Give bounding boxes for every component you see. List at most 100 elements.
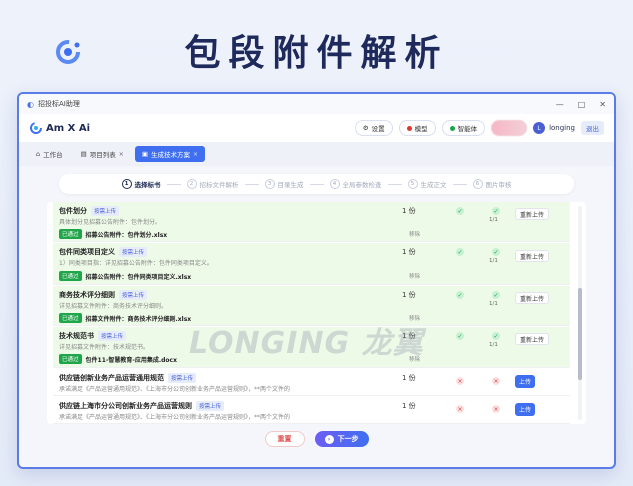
copies-count: 1 份	[402, 207, 416, 215]
tab-bar: ⌂ 工作台 ▤ 项目列表 × ▣ 生成技术方案 ×	[19, 142, 614, 166]
row-title: 供应链创新业务产品运营通用规范	[59, 374, 164, 382]
check-icon: ✓	[456, 248, 464, 256]
reupload-button[interactable]: 重新上传	[515, 333, 549, 345]
tab-label: 工作台	[43, 151, 63, 159]
step-3[interactable]: 3 目录生成	[264, 179, 304, 189]
cross-icon: ×	[456, 405, 464, 413]
home-icon: ⌂	[36, 150, 41, 158]
model-button[interactable]: 模型	[398, 120, 436, 136]
attachment-panel: 包件划分 按需上传 具体划分见招募公告附件：包件划分。 已通过 招募公告附件：包件划…	[47, 202, 586, 424]
step-1[interactable]: 1 选择标书	[121, 179, 161, 189]
model-label: 模型	[414, 125, 428, 133]
tab-project-list[interactable]: ▤ 项目列表 ×	[74, 146, 131, 162]
row-desc: 承诺满足《产品运营通用规范》、《上海市分公司创新业务产品运营规则》，**两个文件…	[59, 414, 291, 421]
row-title: 供应链上海市分公司创新业务产品运营规则	[59, 402, 192, 410]
check-icon: ✓	[456, 291, 464, 299]
remove-link[interactable]: 移除	[409, 314, 420, 322]
step-label: 全局参数检查	[342, 181, 382, 189]
match-fraction: 1/1	[489, 217, 498, 223]
agent-status-dot	[449, 125, 455, 131]
copies-count: 1 份	[402, 248, 416, 256]
step-divider	[244, 183, 259, 185]
match-fraction: 1/1	[489, 301, 498, 307]
step-number: 3	[264, 179, 275, 189]
step-number: 5	[407, 179, 418, 189]
model-status-dot	[406, 125, 412, 131]
close-tab-icon[interactable]: ×	[193, 151, 198, 158]
minimize-button[interactable]: —	[556, 100, 564, 109]
user-menu[interactable]: L longing	[533, 122, 575, 134]
main-content: 1 选择标书 2 招标文件解析 3 目录生成 4 全局参数检查 5 生成正文 6 图片审核 …	[29, 168, 604, 459]
next-step-button[interactable]: › 下一步	[314, 431, 369, 447]
document-icon: ▣	[141, 150, 148, 158]
upload-tag: 按需上传	[91, 206, 120, 216]
maximize-button[interactable]: □	[578, 100, 586, 109]
step-6[interactable]: 6 图片审核	[472, 179, 512, 189]
row-title: 商务技术评分细则	[59, 291, 115, 299]
stepper: 1 选择标书 2 招标文件解析 3 目录生成 4 全局参数检查 5 生成正文 6 图片审核	[59, 174, 574, 194]
user-name: longing	[549, 124, 575, 132]
check-icon: ✓	[492, 248, 500, 256]
file-name[interactable]: 招募文件附件：商务技术评分细则.xlsx	[86, 314, 192, 323]
close-window-button[interactable]: ✕	[599, 100, 606, 109]
match-fraction: 1/1	[489, 258, 498, 264]
row-desc: 1）同类项目指：详见招募公告附件：包件同类项目定义。	[59, 260, 213, 267]
cross-icon: ×	[456, 377, 464, 385]
table-row: 包件划分 按需上传 具体划分见招募公告附件：包件划分。 已通过 招募公告附件：包件划…	[53, 202, 570, 242]
logout-button[interactable]: 退出	[581, 121, 604, 135]
close-tab-icon[interactable]: ×	[119, 151, 124, 158]
table-row: 商务技术评分细则 按需上传 详见招募文件附件：商务技术评分细则。 已通过 招募文件附…	[53, 286, 570, 326]
step-4[interactable]: 4 全局参数检查	[329, 179, 382, 189]
copies-count: 1 份	[402, 332, 416, 340]
remove-link[interactable]: 移除	[409, 272, 420, 280]
file-name[interactable]: 招募公告附件：包件划分.xlsx	[86, 230, 168, 239]
step-5[interactable]: 5 生成正文	[407, 179, 447, 189]
upload-button[interactable]: 上传	[515, 403, 535, 416]
upload-tag: 按需上传	[119, 247, 148, 257]
status-badge: 已通过	[59, 271, 82, 281]
status-badge: 已通过	[59, 229, 82, 239]
remove-link[interactable]: 移除	[409, 355, 420, 363]
step-label: 生成正文	[420, 181, 447, 189]
table-row: 包件同类项目定义 按需上传 1）同类项目指：详见招募公告附件：包件同类项目定义。 …	[53, 243, 570, 285]
row-desc: 具体划分见招募公告附件：包件划分。	[59, 219, 162, 226]
file-name[interactable]: 招募公告附件：包件同类项目定义.xlsx	[86, 272, 192, 281]
row-desc: 承诺满足《产品运营通用规范》、《上海市分公司创新业务产品运营规则》，**两个文件…	[59, 386, 291, 393]
match-fraction: 1/1	[489, 342, 498, 348]
step-divider	[452, 183, 467, 185]
cross-icon: ×	[492, 377, 500, 385]
avatar: L	[533, 122, 546, 134]
row-title: 包件划分	[59, 207, 87, 215]
settings-button[interactable]: ⚙ 设置	[354, 120, 393, 136]
brand-icon	[30, 122, 42, 134]
arrow-right-icon: ›	[324, 434, 334, 444]
redacted-chip	[491, 120, 528, 136]
table-row: 技术规范书 按需上传 详见招募文件附件：技术规范书。 已通过 包件11-智慧教育-应…	[53, 327, 570, 368]
scrollbar-thumb[interactable]	[578, 288, 582, 380]
row-desc: 详见招募文件附件：商务技术评分细则。	[59, 303, 168, 310]
tab-generate-plan[interactable]: ▣ 生成技术方案 ×	[134, 146, 206, 162]
table-row: 供应链上海市分公司创新业务产品运营规则 按需上传 承诺满足《产品运营通用规范》、《…	[53, 397, 570, 424]
copies-count: 1 份	[402, 402, 416, 410]
step-2[interactable]: 2 招标文件解析	[186, 179, 239, 189]
reset-button[interactable]: 重置	[264, 431, 305, 447]
step-label: 目录生成	[277, 181, 304, 189]
reupload-button[interactable]: 重新上传	[515, 292, 549, 304]
app-small-icon: ◐	[27, 99, 34, 109]
tab-workbench[interactable]: ⌂ 工作台	[29, 146, 70, 162]
upload-tag: 按需上传	[168, 373, 197, 383]
app-window: ◐ 招投标AI助理 — □ ✕ Am X Ai ⚙ 设置 模型 智能体 L lo…	[17, 92, 616, 469]
remove-link[interactable]: 移除	[409, 230, 420, 238]
gear-icon: ⚙	[362, 124, 369, 132]
check-icon: ✓	[492, 291, 500, 299]
step-divider	[309, 183, 324, 185]
check-icon: ✓	[456, 332, 464, 340]
upload-button[interactable]: 上传	[515, 375, 535, 388]
window-title: 招投标AI助理	[37, 100, 80, 108]
file-name[interactable]: 包件11-智慧教育-应用集成.docx	[86, 355, 177, 364]
agent-button[interactable]: 智能体	[441, 120, 486, 136]
reupload-button[interactable]: 重新上传	[515, 250, 549, 262]
status-badge: 已通过	[59, 354, 82, 364]
reupload-button[interactable]: 重新上传	[515, 208, 549, 220]
scrollbar[interactable]	[578, 206, 582, 420]
